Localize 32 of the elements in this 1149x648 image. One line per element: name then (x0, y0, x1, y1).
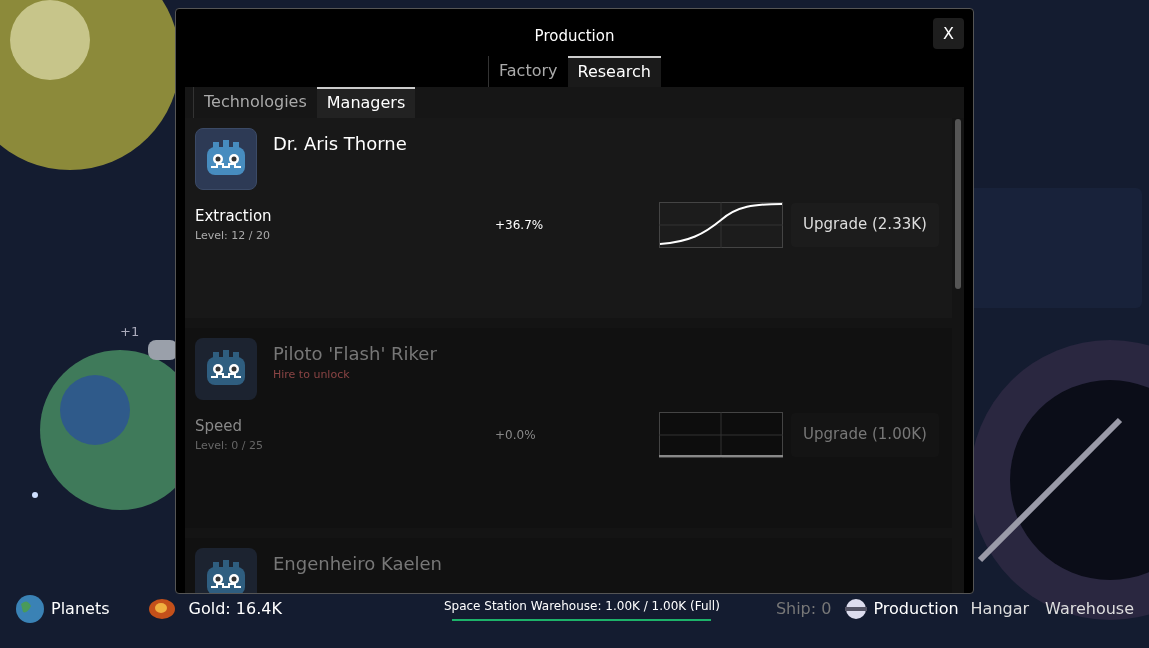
tab[interactable]: Technologies (193, 86, 317, 118)
production-button[interactable]: Production (873, 597, 959, 621)
manager-name: Piloto 'Flash' Riker (273, 341, 437, 366)
manager-name: Engenheiro Kaelen (273, 551, 442, 576)
bonus-text: +0.0% (495, 426, 537, 444)
tab[interactable]: Research (567, 55, 661, 87)
robot-avatar (195, 127, 257, 190)
tab[interactable]: Factory (488, 55, 568, 87)
hangar-button[interactable]: Hangar (970, 597, 1030, 621)
ship-count: Ship: 0 (775, 598, 832, 620)
close-button[interactable]: X (933, 18, 964, 49)
currency-amount: Gold: 16.4K (188, 598, 282, 620)
stat-name: Extraction (195, 206, 273, 227)
scrollbar-thumb[interactable] (955, 118, 961, 289)
warehouse-button[interactable]: Warehouse (1045, 597, 1134, 621)
upgrade-button[interactable]: Upgrade (2.33K) (791, 202, 939, 247)
planets-button[interactable]: Planets (51, 597, 110, 621)
space-station-icon (845, 598, 868, 620)
dialog-title: Production (534, 26, 615, 47)
tab[interactable]: Managers (316, 86, 416, 118)
globe-icon (15, 594, 45, 624)
stat-name: Speed (195, 416, 244, 437)
manager-name: Dr. Aris Thorne (273, 131, 407, 156)
hint-text: Hire to unlock (273, 366, 351, 383)
robot-avatar (195, 337, 257, 400)
floating-text: +1 (120, 323, 140, 341)
coin-pile-icon (147, 597, 176, 621)
level-text: Level: 12 / 20 (195, 227, 271, 244)
warehouse-status: Space Station Warehouse: 1.00K / 1.00K (Full) (443, 598, 720, 615)
bonus-text: +36.7% (495, 216, 545, 234)
level-text: Level: 0 / 25 (195, 437, 264, 454)
robot-avatar (195, 547, 257, 593)
